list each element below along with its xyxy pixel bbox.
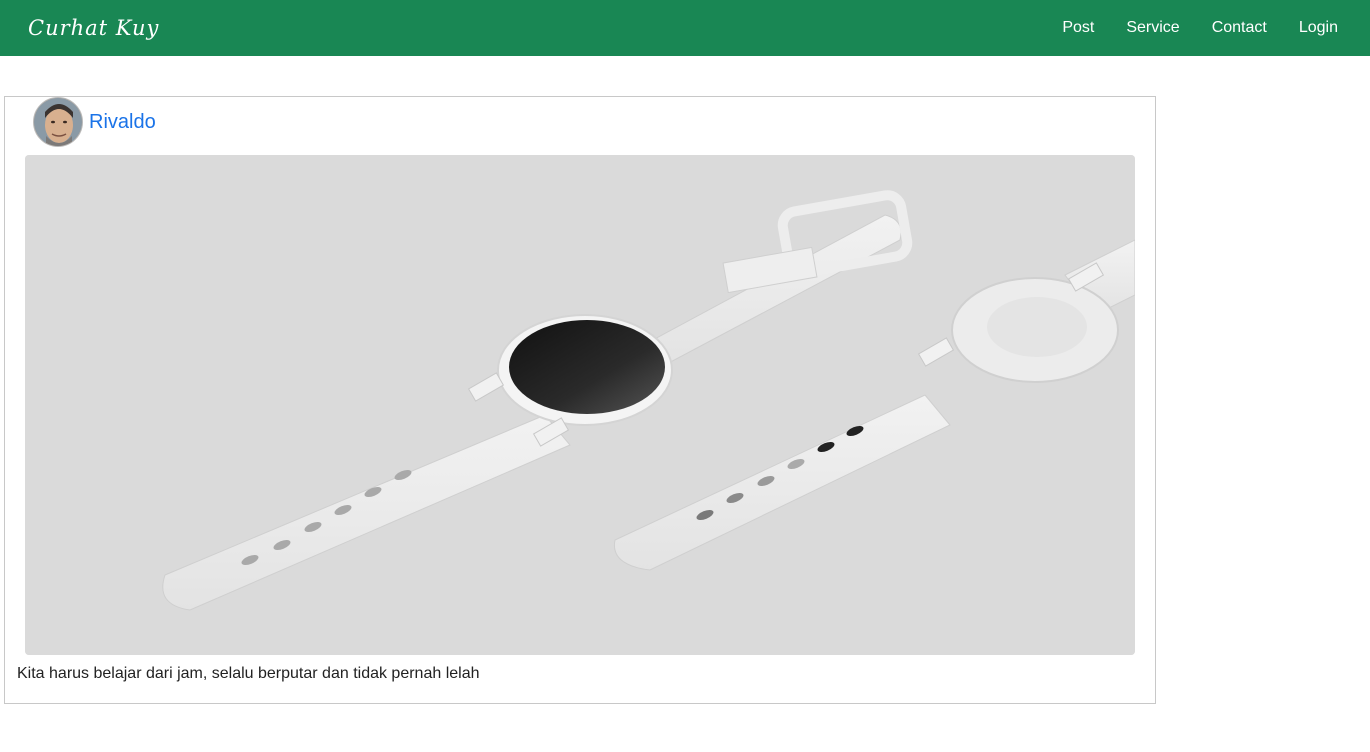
post-author[interactable]: Rivaldo <box>33 97 156 147</box>
watch-image <box>25 155 1135 655</box>
nav-link-service[interactable]: Service <box>1126 19 1179 37</box>
nav-link-contact[interactable]: Contact <box>1212 19 1267 37</box>
author-name[interactable]: Rivaldo <box>89 111 156 134</box>
post-caption: Kita harus belajar dari jam, selalu berp… <box>17 665 480 682</box>
brand-logo[interactable]: Curhat Kuy <box>28 16 159 40</box>
navbar: Curhat Kuy Post Service Contact Login <box>0 0 1370 56</box>
post-card: Rivaldo Kita harus belajar dari jam, sel… <box>4 96 1156 704</box>
nav-link-post[interactable]: Post <box>1062 19 1094 37</box>
avatar[interactable] <box>33 97 83 147</box>
nav-links: Post Service Contact Login <box>1062 19 1338 37</box>
nav-link-login[interactable]: Login <box>1299 19 1338 37</box>
